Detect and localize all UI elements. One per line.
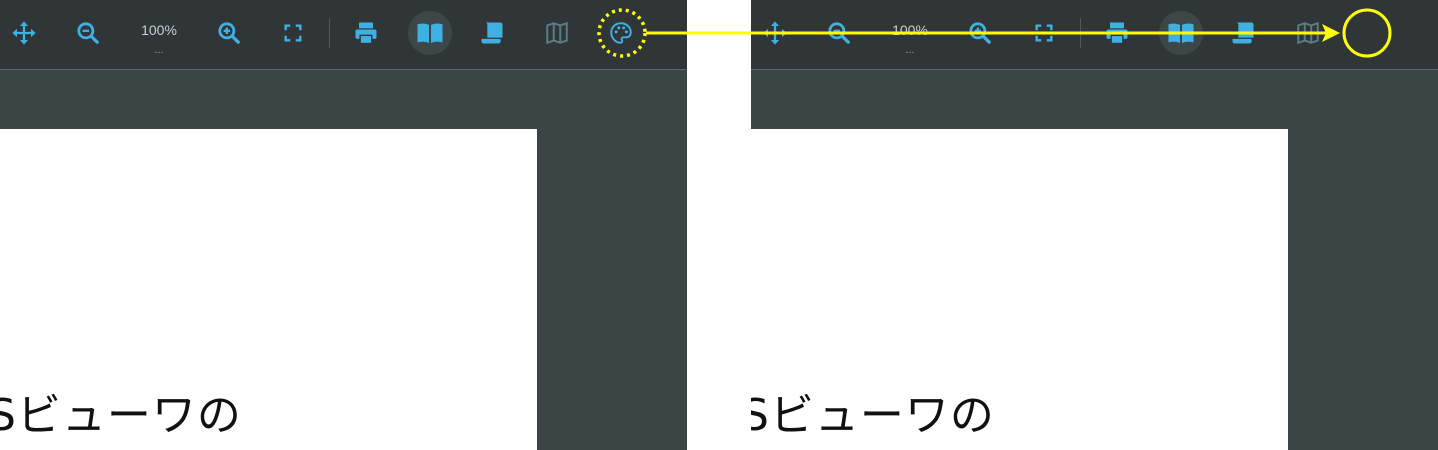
zoom-out-button[interactable] bbox=[817, 11, 861, 55]
print-button[interactable] bbox=[1095, 11, 1139, 55]
book-icon bbox=[417, 23, 443, 43]
zoom-more-indicator[interactable]: ... bbox=[134, 45, 184, 56]
zoom-in-button[interactable] bbox=[958, 11, 1002, 55]
book-view-button[interactable] bbox=[408, 11, 452, 55]
pan-icon bbox=[763, 21, 787, 45]
zoom-more-indicator[interactable]: ... bbox=[885, 45, 935, 56]
fullscreen-icon bbox=[284, 24, 302, 42]
scroll-view-button[interactable] bbox=[1221, 11, 1265, 55]
scroll-icon bbox=[481, 22, 503, 44]
zoom-level[interactable]: 100% bbox=[885, 22, 935, 38]
scroll-view-button[interactable] bbox=[470, 11, 514, 55]
page-text: Sビューワの bbox=[0, 390, 242, 441]
print-icon bbox=[1106, 22, 1128, 45]
viewer-panel-before: 100% ... Sビューワの bbox=[0, 0, 687, 450]
toolbar-separator bbox=[329, 18, 330, 48]
book-view-button[interactable] bbox=[1159, 11, 1203, 55]
theme-palette-button[interactable] bbox=[599, 11, 643, 55]
map-view-button[interactable] bbox=[1286, 11, 1330, 55]
viewer-panel-after: 100% ... Sビューワの bbox=[751, 0, 1438, 450]
zoom-out-button[interactable] bbox=[66, 11, 110, 55]
zoom-in-button[interactable] bbox=[207, 11, 251, 55]
map-view-button[interactable] bbox=[535, 11, 579, 55]
zoom-out-icon bbox=[77, 22, 99, 44]
print-icon bbox=[355, 22, 377, 45]
map-icon bbox=[546, 21, 568, 45]
fullscreen-icon bbox=[1035, 24, 1053, 42]
document-page: Sビューワの bbox=[751, 129, 1288, 450]
pan-button[interactable] bbox=[753, 11, 797, 55]
zoom-in-icon bbox=[218, 22, 240, 44]
zoom-out-icon bbox=[828, 22, 850, 44]
pan-icon bbox=[12, 21, 36, 45]
toolbar-separator bbox=[1080, 18, 1081, 48]
document-page: Sビューワの bbox=[0, 129, 537, 450]
print-button[interactable] bbox=[344, 11, 388, 55]
zoom-level[interactable]: 100% bbox=[134, 22, 184, 38]
page-text: Sビューワの bbox=[751, 390, 995, 441]
book-icon bbox=[1168, 23, 1194, 43]
zoom-in-icon bbox=[969, 22, 991, 44]
scroll-icon bbox=[1232, 22, 1254, 44]
fullscreen-button[interactable] bbox=[1022, 11, 1066, 55]
pan-button[interactable] bbox=[2, 11, 46, 55]
viewer-toolbar: 100% ... bbox=[0, 0, 687, 70]
viewer-toolbar: 100% ... bbox=[751, 0, 1438, 70]
fullscreen-button[interactable] bbox=[271, 11, 315, 55]
palette-icon bbox=[610, 22, 632, 44]
map-icon bbox=[1297, 21, 1319, 45]
